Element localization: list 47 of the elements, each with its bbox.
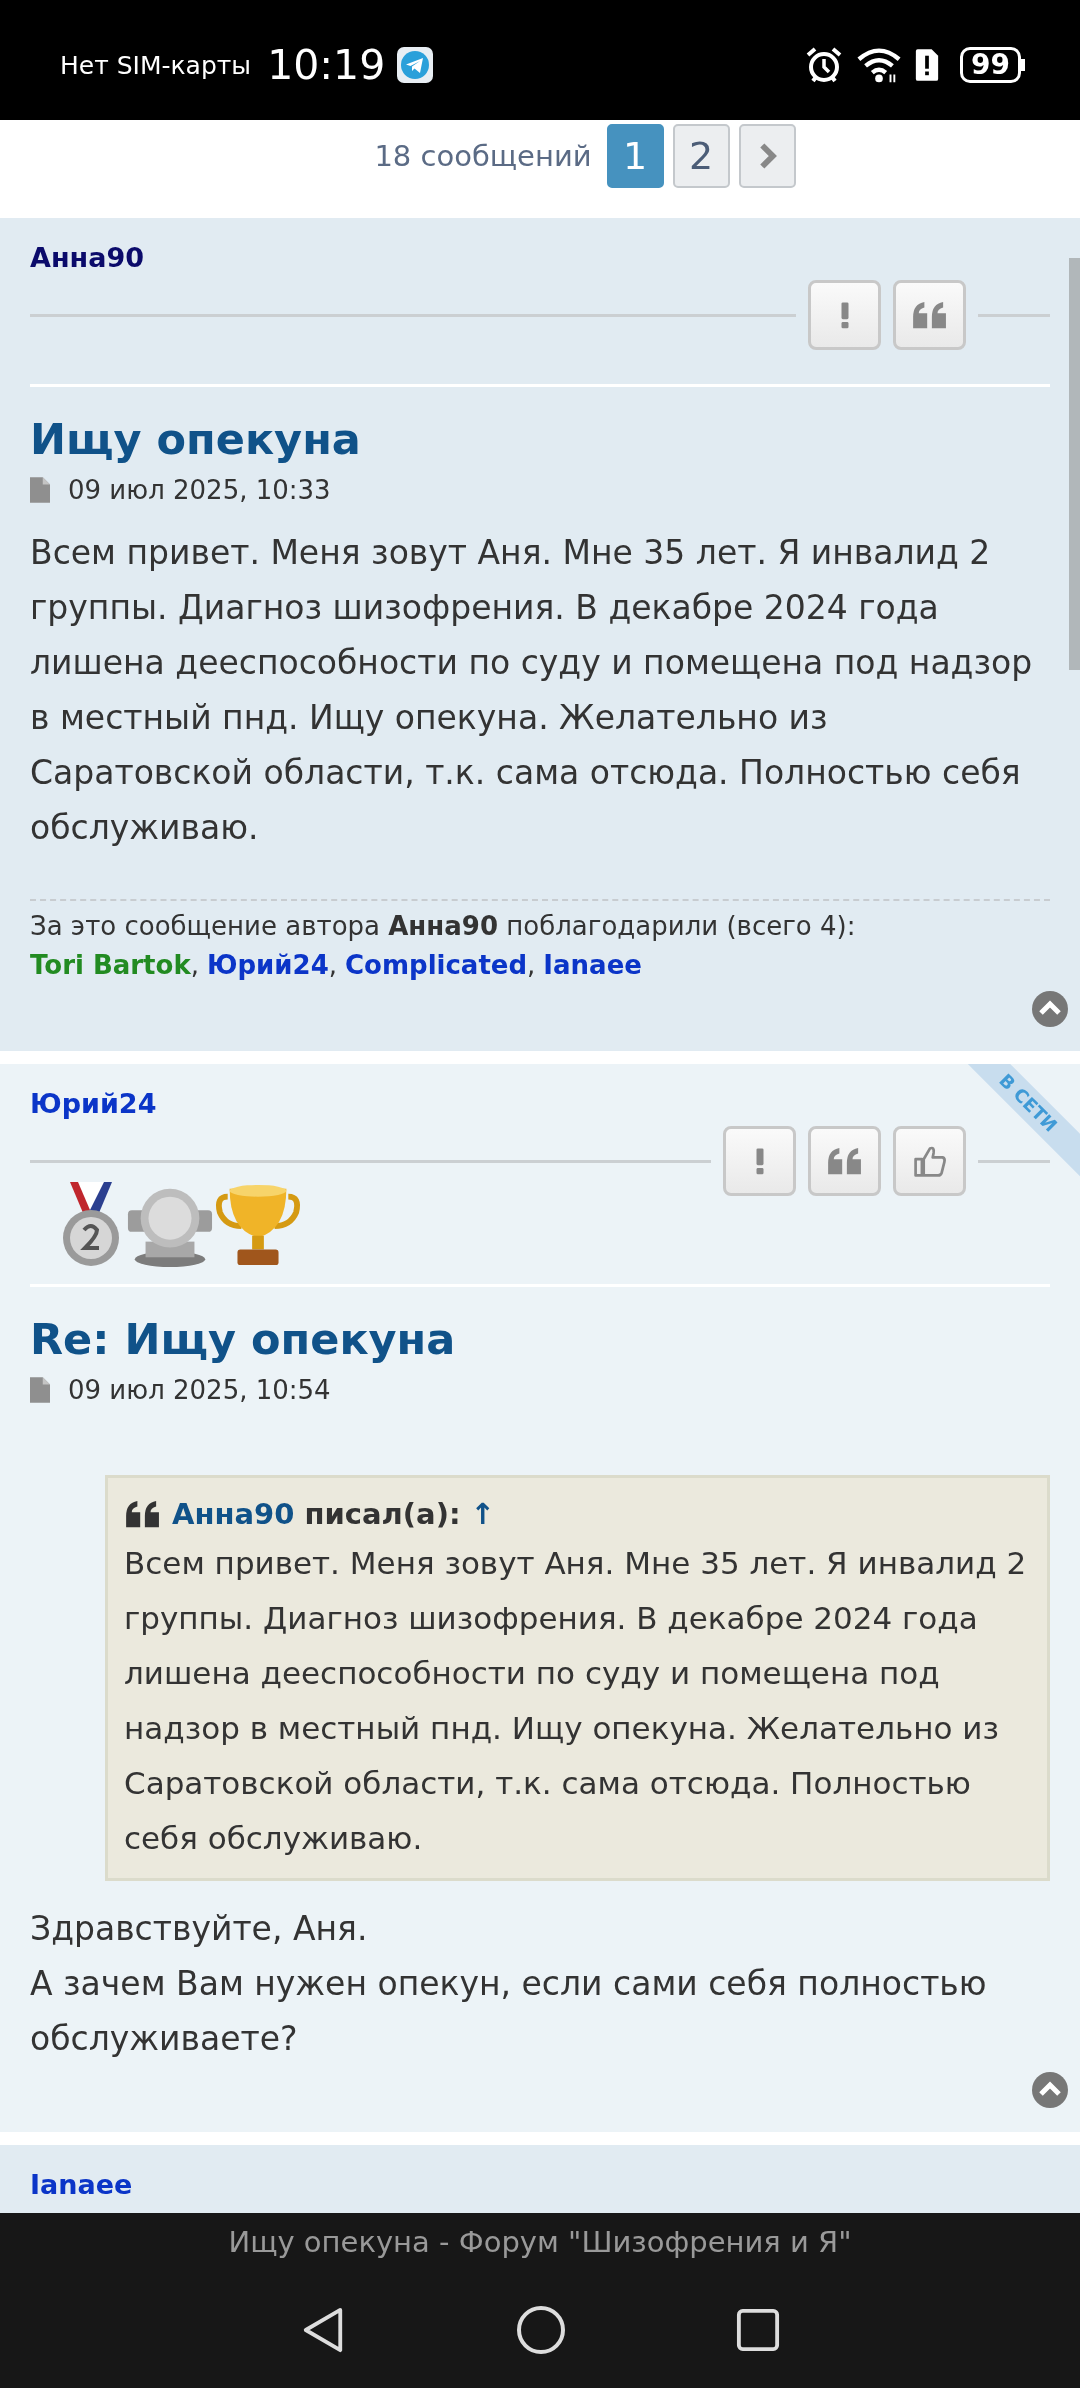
recents-icon[interactable] (736, 2308, 780, 2352)
jump-to-post-link[interactable]: ↑ (470, 1492, 495, 1536)
quote-icon (910, 300, 949, 330)
quoted-author-link[interactable]: Анна90 (172, 1492, 295, 1536)
battery-indicator: 99 (960, 47, 1021, 83)
post-text: Всем привет. Меня зовут Аня. Мне 35 лет. Я инвалид 2 группы. Диагноз шизофрения. В декабре 2024 года лишена дееспособности по суду и помещена под надзор в местный пнд. Ищу опекуна. Желательно из Саратовской области, т.к. сама отсюда. Полностью себя обслуживаю. (30, 532, 1034, 849)
separator-comma: , (190, 949, 199, 982)
home-icon[interactable] (516, 2305, 566, 2355)
thanker-link[interactable]: Complicated (345, 946, 528, 985)
back-to-top-icon[interactable] (1032, 991, 1068, 1027)
report-button[interactable] (808, 280, 881, 350)
thanker-link[interactable]: Tori Bartok (30, 946, 191, 985)
author-name[interactable]: Анна90 (30, 238, 144, 278)
quote-icon (124, 1499, 162, 1529)
author-name[interactable]: Ianaee (30, 2165, 133, 2205)
carrier-text: Нет SIM-карты (60, 50, 252, 80)
post-count: 18 сообщений (374, 138, 592, 175)
post-text: Здравствуйте, Аня. (30, 1908, 369, 1950)
thanks-text: За это сообщение автора Анна90 поблагодарили (всего 4): (30, 910, 857, 943)
paper-plane-icon (397, 47, 434, 83)
post-date: 09 июл 2025, 10:54 (68, 1375, 331, 1405)
document-icon (30, 477, 50, 503)
quote-button[interactable] (893, 280, 966, 350)
sim-alert-icon (914, 47, 941, 83)
report-button[interactable] (723, 1126, 796, 1196)
post-title[interactable]: Ищу опекуна (30, 409, 361, 469)
wifi-icon (856, 45, 903, 85)
post-text: А зачем Вам нужен опекун, если сами себя полностью обслуживаете? (30, 1963, 988, 2060)
back-to-top-icon[interactable] (1032, 2072, 1068, 2108)
clock-time: 10:19 (267, 41, 386, 89)
like-button[interactable] (893, 1126, 966, 1196)
author-name[interactable]: Юрий24 (30, 1084, 157, 1124)
separator-comma: , (527, 949, 536, 982)
quote-button[interactable] (808, 1126, 881, 1196)
quote-icon (825, 1146, 864, 1176)
post-title[interactable]: Re: Ищу опекуна (30, 1309, 456, 1369)
quote-attribution: писал(а): (304, 1496, 461, 1533)
post-date: 09 июл 2025, 10:33 (68, 475, 331, 505)
page-title: Ищу опекуна - Форум "Шизофрения и Я" (228, 2225, 852, 2259)
scrollbar[interactable] (1069, 258, 1080, 670)
next-page-button[interactable] (738, 124, 796, 188)
document-icon (30, 1377, 50, 1403)
page-button[interactable]: 2 (672, 124, 730, 188)
thanker-link[interactable]: Юрий24 (206, 946, 329, 985)
quoted-text: Всем привет. Меня зовут Аня. Мне 35 лет. Я инвалид 2 группы. Диагноз шизофрения. В декабре 2024 года лишена дееспособности по суду и помещена под надзор в местный пнд. Ищу опекуна. Желательно из Саратовской области, т.к. сама отсюда. Полностью себя обслуживаю. (124, 1544, 1027, 1858)
separator-comma: , (328, 949, 337, 982)
thanker-link[interactable]: Ianaee (543, 946, 642, 985)
